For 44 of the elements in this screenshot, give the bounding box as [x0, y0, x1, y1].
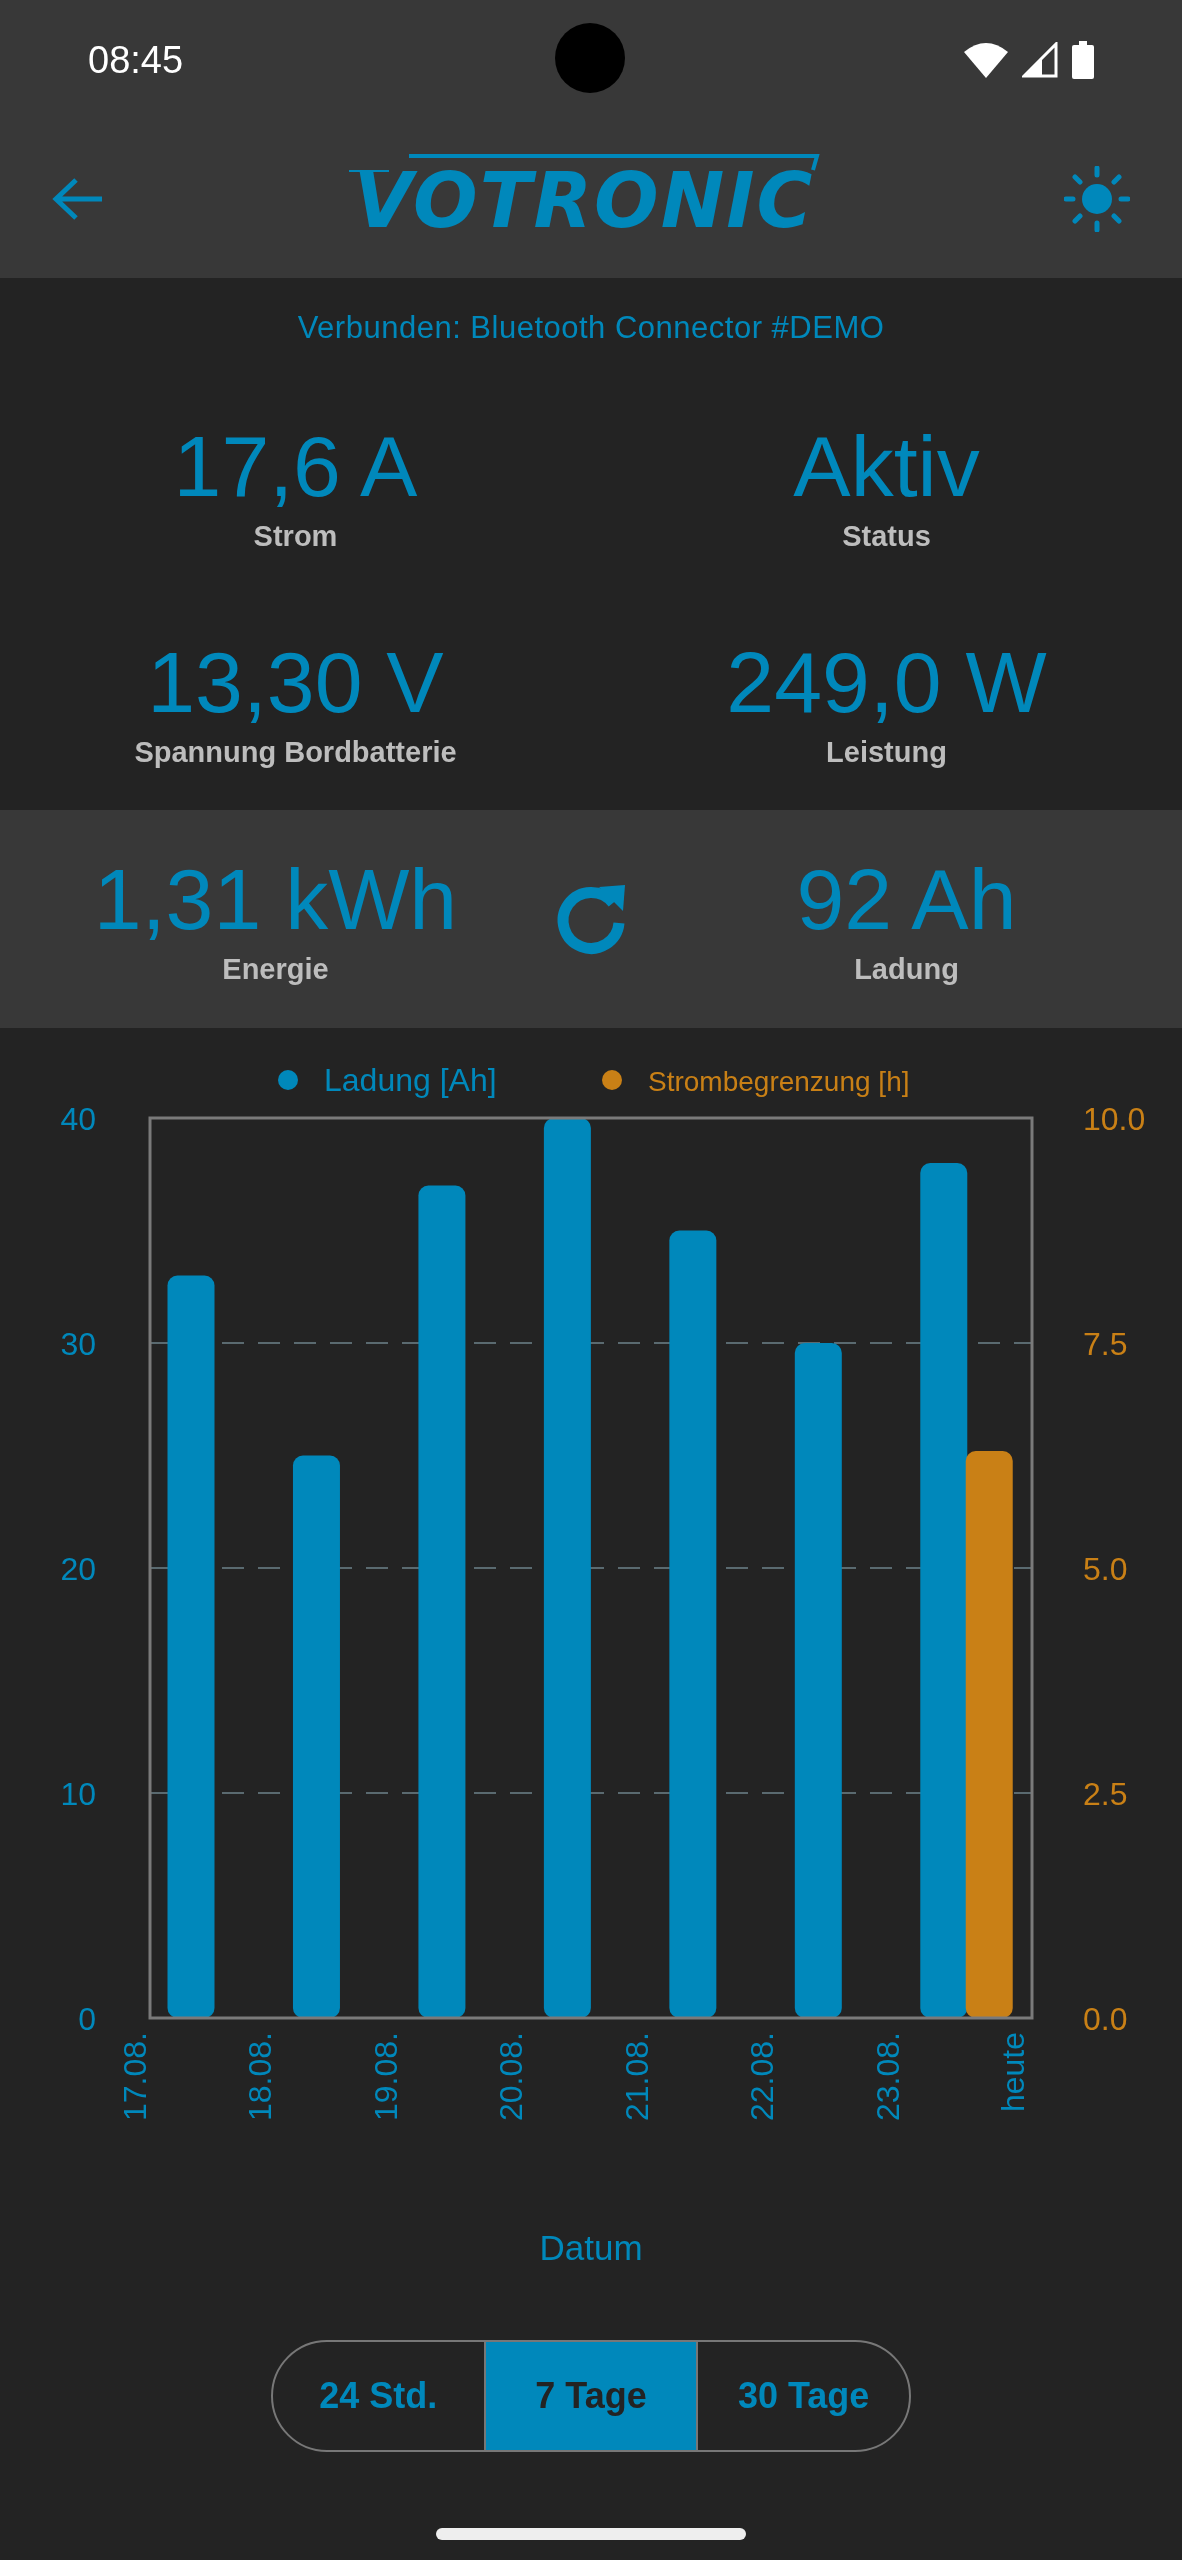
axis-tick-label: heute: [995, 2032, 1032, 2113]
metric-label: Energie: [222, 952, 329, 987]
back-arrow-icon[interactable]: [52, 177, 104, 221]
axis-tick-label: 7.5: [1083, 1326, 1128, 1362]
metric-value: Aktiv: [793, 417, 980, 516]
axis-tick-label: 0: [78, 2001, 96, 2037]
sun-icon[interactable]: [1064, 166, 1130, 232]
axis-tick-label: 20: [60, 1551, 96, 1587]
metric-label: Strom: [253, 519, 338, 554]
axis-tick-label: 20.08.: [493, 2032, 530, 2121]
axis-tick-label: 17.08.: [117, 2032, 153, 2121]
legend-label: Ladung [Ah]: [324, 1062, 497, 1098]
range-tab[interactable]: 7 Tage: [483, 2342, 697, 2450]
metric-value: 249,0 W: [726, 633, 1047, 732]
signal-icon: [1022, 42, 1058, 78]
metric-label: Ladung: [854, 952, 959, 987]
axis-tick-label: 30: [60, 1326, 96, 1362]
axis-tick-label: 5.0: [1083, 1551, 1128, 1587]
metric-value: 1,31 kWh: [93, 850, 458, 949]
battery-icon: [1072, 41, 1094, 79]
axis-tick-label: 22.08.: [744, 2032, 781, 2121]
range-tab[interactable]: 30 Tage: [696, 2342, 909, 2450]
axis-title: Datum: [539, 2226, 643, 2269]
axis-tick-label: 40: [60, 1101, 96, 1137]
metric-value: 13,30 V: [147, 633, 444, 732]
brand-logo: VOTRONIC: [334, 152, 834, 246]
status-time: 08:45: [88, 37, 184, 83]
metric-value: 92 Ah: [796, 850, 1017, 949]
metric-label: Status: [842, 519, 931, 554]
axis-tick-label: 10: [60, 1776, 96, 1812]
metric-value: 17,6 A: [173, 417, 418, 516]
axis-tick-label: 19.08.: [367, 2032, 404, 2121]
axis-tick-label: 0.0: [1083, 2001, 1128, 2037]
metric-label: Leistung: [826, 735, 947, 770]
metric-label: Spannung Bordbatterie: [134, 735, 457, 770]
range-tab[interactable]: 24 Std.: [273, 2342, 484, 2450]
axis-tick-label: 21.08.: [618, 2032, 655, 2121]
wifi-icon: [964, 42, 1008, 78]
axis-tick-label: 18.08.: [242, 2032, 279, 2121]
axis-tick-label: 23.08.: [869, 2032, 906, 2121]
legend-label: Strombegrenzung [h]: [648, 1066, 910, 1097]
connection-status: Verbunden: Bluetooth Connector #DEMO: [297, 308, 885, 347]
axis-tick-label: 10.0: [1083, 1101, 1146, 1137]
axis-tick-label: 2.5: [1083, 1776, 1128, 1812]
